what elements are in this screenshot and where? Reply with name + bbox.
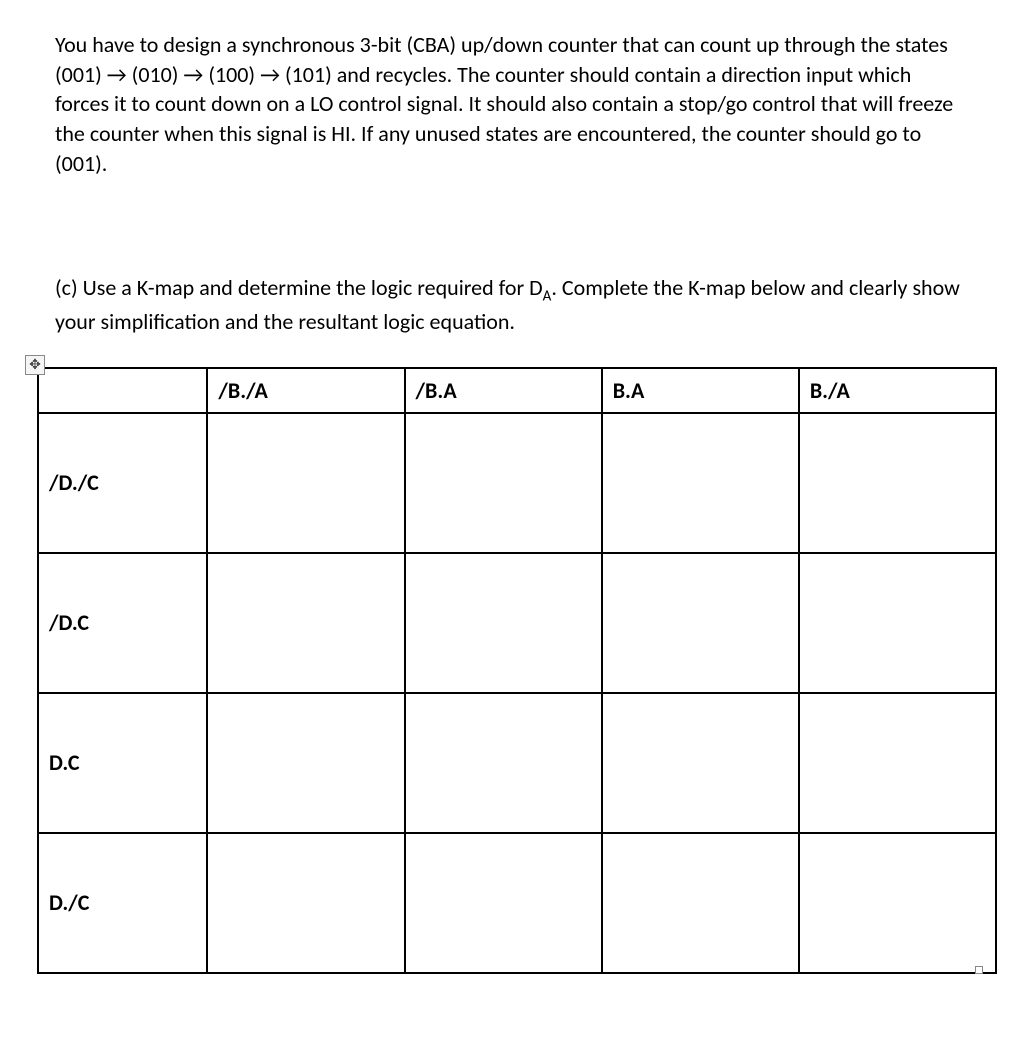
table-move-icon[interactable]: ✥ — [25, 355, 45, 375]
kmap-col-1: /B.A — [405, 368, 602, 413]
problem-statement: You have to design a synchronous 3-bit (… — [55, 30, 963, 178]
kmap-cell-2-1[interactable] — [405, 693, 602, 833]
kmap-corner — [38, 368, 207, 413]
kmap-row-1: /D.C — [38, 553, 996, 693]
kmap-cell-0-0[interactable] — [207, 413, 404, 553]
kmap-col-3: B./A — [799, 368, 996, 413]
kmap-cell-0-1[interactable] — [405, 413, 602, 553]
kmap-cell-1-1[interactable] — [405, 553, 602, 693]
kmap-cell-3-1[interactable] — [405, 833, 602, 973]
kmap-cell-3-0[interactable] — [207, 833, 404, 973]
kmap-row-0: /D./C — [38, 413, 996, 553]
kmap-cell-1-0[interactable] — [207, 553, 404, 693]
part-c-prefix: (c) Use a K-map and determine the logic … — [55, 274, 543, 301]
kmap-cell-2-0[interactable] — [207, 693, 404, 833]
kmap-row-2: D.C — [38, 693, 996, 833]
kmap-table: /B./A /B.A B.A B./A /D./C /D.C D.C — [37, 367, 997, 974]
kmap-cell-0-2[interactable] — [602, 413, 799, 553]
kmap-cell-3-3[interactable] — [799, 833, 996, 973]
kmap-cell-0-3[interactable] — [799, 413, 996, 553]
table-resize-icon[interactable] — [975, 966, 983, 974]
kmap-cell-1-2[interactable] — [602, 553, 799, 693]
kmap-header-row: /B./A /B.A B.A B./A — [38, 368, 996, 413]
kmap-col-2: B.A — [602, 368, 799, 413]
kmap-row-3: D./C — [38, 833, 996, 973]
kmap-row-header-3: D./C — [38, 833, 207, 973]
kmap-row-header-0: /D./C — [38, 413, 207, 553]
kmap-cell-2-2[interactable] — [602, 693, 799, 833]
kmap-container: ✥ /B./A /B.A B.A B./A /D./C /D.C D.C — [37, 367, 963, 974]
kmap-row-header-2: D.C — [38, 693, 207, 833]
problem-text: You have to design a synchronous 3-bit (… — [55, 30, 963, 178]
part-c-instruction: (c) Use a K-map and determine the logic … — [55, 273, 963, 336]
kmap-cell-3-2[interactable] — [602, 833, 799, 973]
move-glyph: ✥ — [29, 356, 41, 373]
kmap-row-header-1: /D.C — [38, 553, 207, 693]
kmap-col-0: /B./A — [207, 368, 404, 413]
kmap-cell-2-3[interactable] — [799, 693, 996, 833]
kmap-cell-1-3[interactable] — [799, 553, 996, 693]
